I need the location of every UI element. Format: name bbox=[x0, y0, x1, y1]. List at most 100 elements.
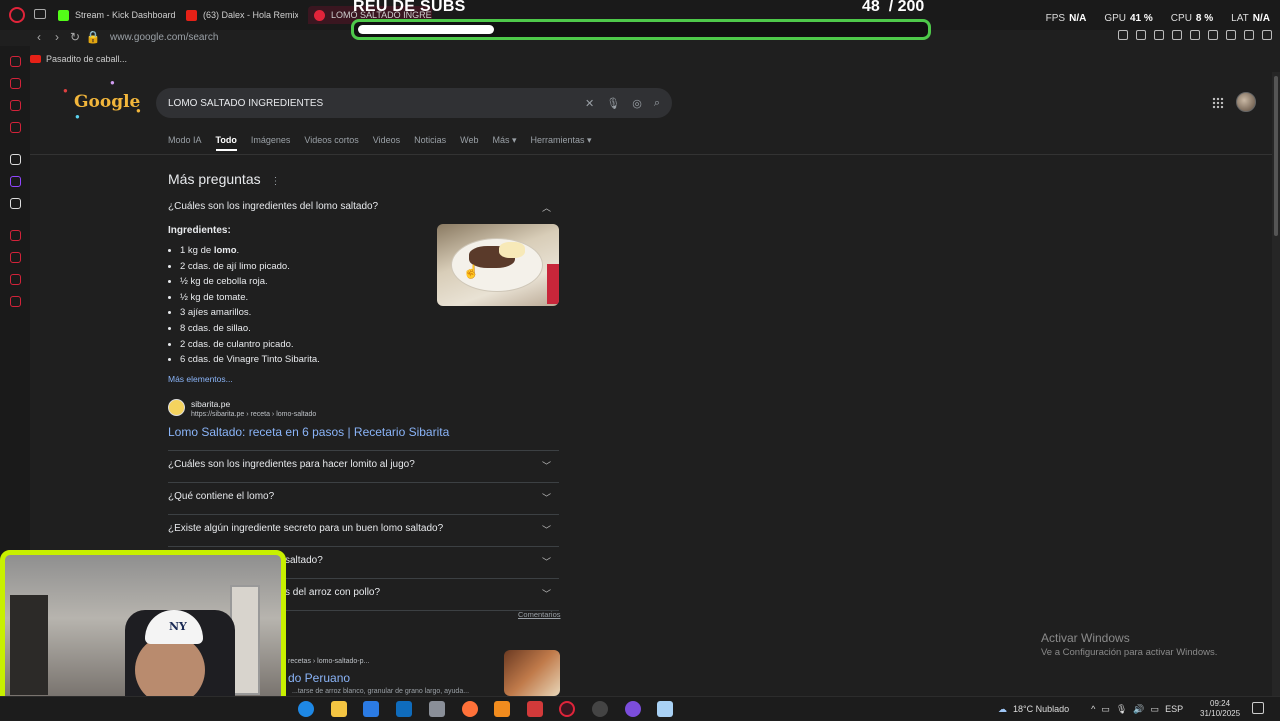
lomo-saltado-image[interactable] bbox=[437, 224, 559, 306]
sidebar-media-icon[interactable] bbox=[10, 122, 21, 133]
app-icon[interactable] bbox=[527, 701, 543, 717]
weather-label[interactable]: 18°C Nublado bbox=[1013, 704, 1069, 714]
microphone-icon[interactable]: 🎙 bbox=[1116, 704, 1127, 715]
sidebar-player-icon[interactable] bbox=[10, 230, 21, 241]
lens-icon[interactable]: ◎ bbox=[632, 97, 642, 110]
more-elements-link[interactable]: Más elementos... bbox=[168, 374, 233, 384]
sidebar-wallet-icon[interactable] bbox=[10, 78, 21, 89]
tab-noticias[interactable]: Noticias bbox=[414, 135, 446, 151]
notifications-icon[interactable] bbox=[1252, 702, 1264, 714]
list-item: 3 ajíes amarillos. bbox=[180, 305, 320, 321]
doodle-ghost-icon: ● bbox=[63, 86, 68, 95]
mouse-cursor-icon: ☝ bbox=[463, 264, 480, 279]
paa-question[interactable]: ¿Existe algún ingrediente secreto para u… bbox=[168, 523, 559, 535]
tab-youtube[interactable]: (63) Dalex - Hola Remix ft bbox=[186, 6, 298, 24]
bookmark-icon[interactable] bbox=[1136, 30, 1146, 40]
url-field[interactable]: www.google.com/search bbox=[110, 32, 218, 43]
source-name: sibarita.pe bbox=[191, 399, 231, 409]
sidebar-messenger-icon[interactable] bbox=[10, 100, 21, 111]
webcam-overlay: NY bbox=[0, 550, 286, 718]
display-icon[interactable]: ▭ bbox=[1151, 704, 1160, 715]
apps-grid-icon[interactable] bbox=[1212, 97, 1224, 109]
google-favicon-icon bbox=[314, 9, 325, 21]
volume-icon[interactable]: 🔊 bbox=[1133, 704, 1144, 715]
paa-question[interactable]: ¿Cuáles son los ingredientes para hacer … bbox=[168, 459, 559, 471]
answer-heading: Ingredientes: bbox=[168, 225, 231, 236]
edge-icon[interactable] bbox=[298, 701, 314, 717]
app-icon[interactable] bbox=[625, 701, 641, 717]
app-icon[interactable] bbox=[429, 701, 445, 717]
tab-overview-icon[interactable] bbox=[34, 9, 46, 19]
zoom-icon[interactable] bbox=[1118, 30, 1128, 40]
scrollbar-thumb[interactable] bbox=[1274, 76, 1278, 236]
language-indicator[interactable]: ESP bbox=[1165, 704, 1183, 714]
sidebar-x-icon[interactable] bbox=[10, 198, 21, 209]
result-snippet: ...tarse de arroz blanco, granular de gr… bbox=[292, 688, 470, 695]
extensions-icon[interactable] bbox=[1208, 30, 1218, 40]
opera-logo-icon[interactable] bbox=[9, 7, 25, 23]
back-icon[interactable]: ‹ bbox=[30, 30, 48, 44]
store-icon[interactable] bbox=[363, 701, 379, 717]
heart-icon[interactable] bbox=[1190, 30, 1200, 40]
chevron-up-icon[interactable]: ^ bbox=[1091, 704, 1095, 714]
page-scrollbar[interactable] bbox=[1272, 72, 1280, 696]
search-input[interactable]: LOMO SALTADO INGREDIENTES ✕ 🎙 ◎ ⌕ bbox=[156, 88, 672, 118]
activate-windows-watermark: Activar Windows Ve a Configuración para … bbox=[1041, 631, 1218, 658]
firefox-icon[interactable] bbox=[462, 701, 478, 717]
snapshot-icon[interactable] bbox=[1154, 30, 1164, 40]
result-source[interactable]: sibarita.pe https://sibarita.pe › receta… bbox=[168, 399, 316, 418]
tab-web[interactable]: Web bbox=[460, 135, 478, 151]
microphone-icon[interactable]: 🎙 bbox=[606, 97, 620, 110]
paa-question[interactable]: ¿Qué contiene el lomo? ﹀ bbox=[168, 491, 559, 503]
sidebar-settings-icon[interactable] bbox=[10, 296, 21, 307]
forward-icon[interactable]: › bbox=[48, 30, 66, 44]
vlc-icon[interactable] bbox=[494, 701, 510, 717]
browser-toolbar-icons bbox=[1118, 30, 1272, 40]
clear-icon[interactable]: ✕ bbox=[585, 97, 594, 110]
tab-label: (63) Dalex - Hola Remix ft bbox=[203, 10, 298, 20]
stat-cpu: CPU 8 % bbox=[1170, 13, 1214, 24]
file-explorer-icon[interactable] bbox=[331, 701, 347, 717]
reload-icon[interactable]: ↻ bbox=[66, 30, 84, 44]
list-item: 2 cdas. de ají limo picado. bbox=[180, 259, 320, 275]
avatar[interactable] bbox=[1236, 92, 1256, 112]
sidebar-aria-icon[interactable] bbox=[10, 56, 21, 67]
opera-taskbar-icon[interactable] bbox=[559, 701, 575, 717]
tab-videos[interactable]: Videos bbox=[373, 135, 400, 151]
doodle-ghost-icon: ● bbox=[110, 78, 115, 87]
download-icon[interactable] bbox=[1244, 30, 1254, 40]
network-icon[interactable]: ▭ bbox=[1101, 704, 1110, 715]
google-doodle-logo[interactable]: Google bbox=[74, 92, 140, 112]
tab-todo[interactable]: Todo bbox=[215, 135, 237, 151]
bookmark-item[interactable]: Pasadito de caball... bbox=[46, 54, 127, 64]
ingredients-list: 1 kg de lomo. 2 cdas. de ají limo picado… bbox=[180, 243, 320, 368]
tab-kick-dashboard[interactable]: Stream - Kick Dashboard bbox=[58, 6, 178, 24]
result-title-link[interactable]: do Peruano bbox=[288, 671, 350, 685]
player-icon[interactable] bbox=[1172, 30, 1182, 40]
chevron-down-icon: ﹀ bbox=[541, 525, 551, 535]
sidebar-kick-icon[interactable] bbox=[10, 154, 21, 165]
tab-videos-cortos[interactable]: Videos cortos bbox=[304, 135, 358, 151]
sidebar-pinboard-icon[interactable] bbox=[10, 274, 21, 285]
sidebar-twitch-icon[interactable] bbox=[10, 176, 21, 187]
tab-mas[interactable]: Más ▾ bbox=[492, 135, 516, 151]
outlook-icon[interactable] bbox=[396, 701, 412, 717]
paa-question-expanded[interactable]: ¿Cuáles son los ingredientes del lomo sa… bbox=[168, 201, 559, 213]
more-options-icon[interactable]: ⋮ bbox=[271, 176, 281, 187]
obs-icon[interactable] bbox=[592, 701, 608, 717]
feedback-link[interactable]: Comentarios bbox=[518, 610, 561, 619]
tab-imagenes[interactable]: Imágenes bbox=[251, 135, 291, 151]
result-title-link[interactable]: Lomo Saltado: receta en 6 pasos | Receta… bbox=[168, 425, 449, 439]
account-icon[interactable] bbox=[1226, 30, 1236, 40]
result-thumbnail[interactable] bbox=[504, 650, 560, 696]
clock[interactable]: 09:24 31/10/2025 bbox=[1200, 699, 1240, 719]
menu-icon[interactable] bbox=[1262, 30, 1272, 40]
result-source-url[interactable]: recetas › lomo-saltado-p... bbox=[288, 658, 369, 665]
chevron-down-icon: ﹀ bbox=[541, 589, 551, 599]
performance-stats: FPS N/A GPU 41 % CPU 8 % LAT N/A bbox=[1046, 13, 1270, 24]
tab-herramientas[interactable]: Herramientas ▾ bbox=[531, 135, 592, 151]
sidebar-history-icon[interactable] bbox=[10, 252, 21, 263]
app-icon[interactable] bbox=[657, 701, 673, 717]
search-icon[interactable]: ⌕ bbox=[654, 97, 660, 110]
tab-modo-ia[interactable]: Modo IA bbox=[168, 135, 202, 151]
